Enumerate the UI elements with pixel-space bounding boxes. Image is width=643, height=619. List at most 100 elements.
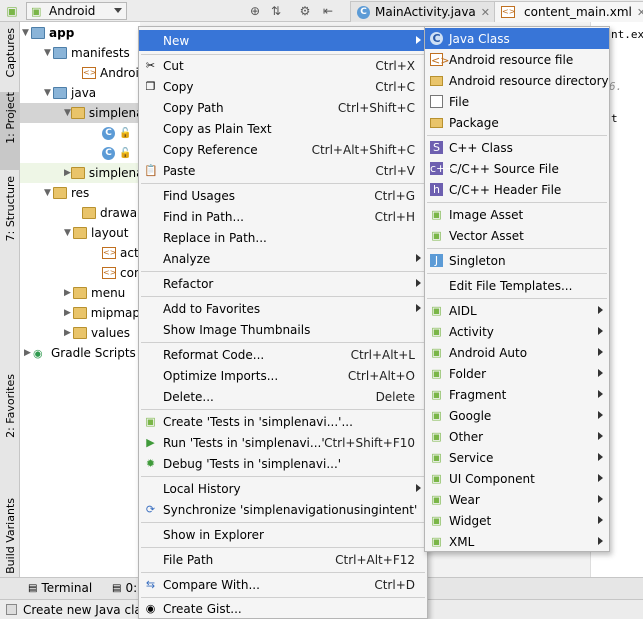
menu-item-copy-reference[interactable]: Copy Reference Ctrl+Alt+Shift+C: [139, 139, 427, 160]
menu-item-file[interactable]: File: [425, 91, 609, 112]
tree-item[interactable]: <> AndroidManifest.xml: [20, 63, 140, 83]
menu-item-other[interactable]: ▣ Other: [425, 426, 609, 447]
tab-structure[interactable]: 7: Structure: [0, 176, 20, 264]
tree-item[interactable]: C 🔓: [20, 123, 140, 143]
tab-captures[interactable]: Captures: [0, 28, 20, 92]
tree-item-selected[interactable]: ▼ simplenavigationusingintent: [20, 103, 140, 123]
tree-item[interactable]: ▼ layout: [20, 223, 140, 243]
tree-item[interactable]: <> activity_main.xml: [20, 243, 140, 263]
tree-item[interactable]: <> content_main.xml: [20, 263, 140, 283]
menu-item-vector-asset[interactable]: ▣ Vector Asset: [425, 225, 609, 246]
tree-item[interactable]: ▶ mipmap: [20, 303, 140, 323]
close-icon[interactable]: ✕: [637, 6, 643, 19]
menu-item-create-tests[interactable]: ▣ Create 'Tests in 'simplenavi...'...: [139, 411, 427, 432]
menu-item-create-gist[interactable]: ◉ Create Gist...: [139, 598, 427, 619]
tree-item[interactable]: ▶ simplenavigationusingintent: [20, 163, 140, 183]
expand-icon[interactable]: ▶: [24, 348, 33, 358]
expand-icon[interactable]: ▼: [22, 28, 31, 38]
menu-item-compare-with[interactable]: ⇆ Compare With... Ctrl+D: [139, 574, 427, 595]
tab-project[interactable]: 1: Project: [0, 92, 20, 170]
expand-icon[interactable]: ▶: [64, 308, 73, 318]
menu-item-refactor[interactable]: Refactor: [139, 273, 427, 294]
menu-item-android-resource-file[interactable]: <> Android resource file: [425, 49, 609, 70]
menu-item-cpp-header[interactable]: h C/C++ Header File: [425, 179, 609, 200]
tree-item[interactable]: ▶ menu: [20, 283, 140, 303]
expand-icon[interactable]: ▼: [44, 88, 53, 98]
menu-item-cut[interactable]: ✂ Cut Ctrl+X: [139, 55, 427, 76]
menu-item-activity[interactable]: ▣ Activity: [425, 321, 609, 342]
expand-icon[interactable]: ▼: [64, 228, 73, 238]
menu-item-android-auto[interactable]: ▣ Android Auto: [425, 342, 609, 363]
project-tree: ▼ app ▼ manifests <> AndroidManifest.xml…: [20, 22, 140, 577]
menu-item-add-to-favorites[interactable]: Add to Favorites: [139, 298, 427, 319]
tree-item[interactable]: ▼ res: [20, 183, 140, 203]
menu-item-singleton[interactable]: J Singleton: [425, 250, 609, 271]
tree-item[interactable]: ▼ java: [20, 83, 140, 103]
menu-item-package[interactable]: Package: [425, 112, 609, 133]
tab-terminal[interactable]: ▤ Terminal: [28, 581, 92, 595]
hide-panel-icon[interactable]: ⇤: [320, 3, 336, 19]
menu-item-paste[interactable]: 📋 Paste Ctrl+V: [139, 160, 427, 181]
menu-item-google[interactable]: ▣ Google: [425, 405, 609, 426]
tab-favorites[interactable]: 2: Favorites: [0, 374, 20, 456]
folder-icon: [73, 327, 87, 339]
menu-item-run-tests[interactable]: ▶ Run 'Tests in 'simplenavi...' Ctrl+Shif…: [139, 432, 427, 453]
menu-item-new[interactable]: New: [139, 30, 427, 51]
tree-item[interactable]: C 🔓: [20, 143, 140, 163]
menu-item-image-asset[interactable]: ▣ Image Asset: [425, 204, 609, 225]
menu-item-local-history[interactable]: Local History: [139, 478, 427, 499]
expand-icon[interactable]: ▶: [64, 288, 73, 298]
menu-item-find-usages[interactable]: Find Usages Ctrl+G: [139, 185, 427, 206]
menu-item-aidl[interactable]: ▣ AIDL: [425, 300, 609, 321]
tree-item[interactable]: drawable: [20, 203, 140, 223]
menu-item-folder[interactable]: ▣ Folder: [425, 363, 609, 384]
project-view-select[interactable]: ▣ Android: [26, 2, 127, 20]
sync-scroll-icon[interactable]: ⊕: [247, 3, 263, 19]
expand-icon[interactable]: ▼: [44, 188, 53, 198]
tree-item[interactable]: ▶ values: [20, 323, 140, 343]
menu-item-widget[interactable]: ▣ Widget: [425, 510, 609, 531]
menu-item-copy[interactable]: ❐ Copy Ctrl+C: [139, 76, 427, 97]
android-icon: ▣: [31, 4, 42, 18]
tree-item[interactable]: ▼ manifests: [20, 43, 140, 63]
tree-item[interactable]: ▶ ◉ Gradle Scripts: [20, 343, 140, 363]
tree-item[interactable]: ▼ app: [20, 23, 140, 43]
menu-item-android-resource-directory[interactable]: Android resource directory: [425, 70, 609, 91]
menu-item-copy-plain-text[interactable]: Copy as Plain Text: [139, 118, 427, 139]
tab-messages[interactable]: ▤ 0:: [112, 581, 137, 595]
menu-item-cpp-source[interactable]: c++ C/C++ Source File: [425, 158, 609, 179]
expand-icon[interactable]: ▶: [64, 328, 73, 338]
menu-item-find-in-path[interactable]: Find in Path... Ctrl+H: [139, 206, 427, 227]
menu-item-show-in-explorer[interactable]: Show in Explorer: [139, 524, 427, 545]
menu-item-wear[interactable]: ▣ Wear: [425, 489, 609, 510]
collapse-all-icon[interactable]: ⇅: [268, 3, 284, 19]
expand-icon[interactable]: ▶: [64, 168, 71, 178]
menu-item-edit-file-templates[interactable]: Edit File Templates...: [425, 275, 609, 296]
tab-content-main[interactable]: <> content_main.xml ✕: [494, 1, 643, 22]
menu-item-optimize-imports[interactable]: Optimize Imports... Ctrl+Alt+O: [139, 365, 427, 386]
tab-main-activity[interactable]: C MainActivity.java ✕: [350, 1, 497, 22]
menu-item-cpp-class[interactable]: S C++ Class: [425, 137, 609, 158]
menu-item-show-image-thumbnails[interactable]: Show Image Thumbnails: [139, 319, 427, 340]
tool-window-toggle-icon[interactable]: [6, 604, 17, 615]
tab-build-variants[interactable]: Build Variants: [0, 498, 20, 574]
menu-item-xml[interactable]: ▣ XML: [425, 531, 609, 552]
gear-icon[interactable]: ⚙: [297, 3, 313, 19]
expand-icon[interactable]: ▼: [44, 48, 53, 58]
submenu-arrow-icon: [416, 254, 421, 262]
menu-item-analyze[interactable]: Analyze: [139, 248, 427, 269]
menu-item-debug-tests[interactable]: ✹ Debug 'Tests in 'simplenavi...': [139, 453, 427, 474]
menu-item-reformat-code[interactable]: Reformat Code... Ctrl+Alt+L: [139, 344, 427, 365]
menu-item-copy-path[interactable]: Copy Path Ctrl+Shift+C: [139, 97, 427, 118]
menu-item-synchronize[interactable]: ⟳ Synchronize 'simplenavigationusinginte…: [139, 499, 427, 520]
menu-item-file-path[interactable]: File Path Ctrl+Alt+F12: [139, 549, 427, 570]
menu-item-ui-component[interactable]: ▣ UI Component: [425, 468, 609, 489]
expand-icon[interactable]: ▼: [64, 108, 71, 118]
menu-item-service[interactable]: ▣ Service: [425, 447, 609, 468]
menu-item-java-class[interactable]: C Java Class: [425, 28, 609, 49]
menu-item-replace-in-path[interactable]: Replace in Path...: [139, 227, 427, 248]
close-icon[interactable]: ✕: [481, 6, 490, 19]
menu-item-delete[interactable]: Delete... Delete: [139, 386, 427, 407]
android-icon: ▣: [431, 304, 442, 317]
menu-item-fragment[interactable]: ▣ Fragment: [425, 384, 609, 405]
